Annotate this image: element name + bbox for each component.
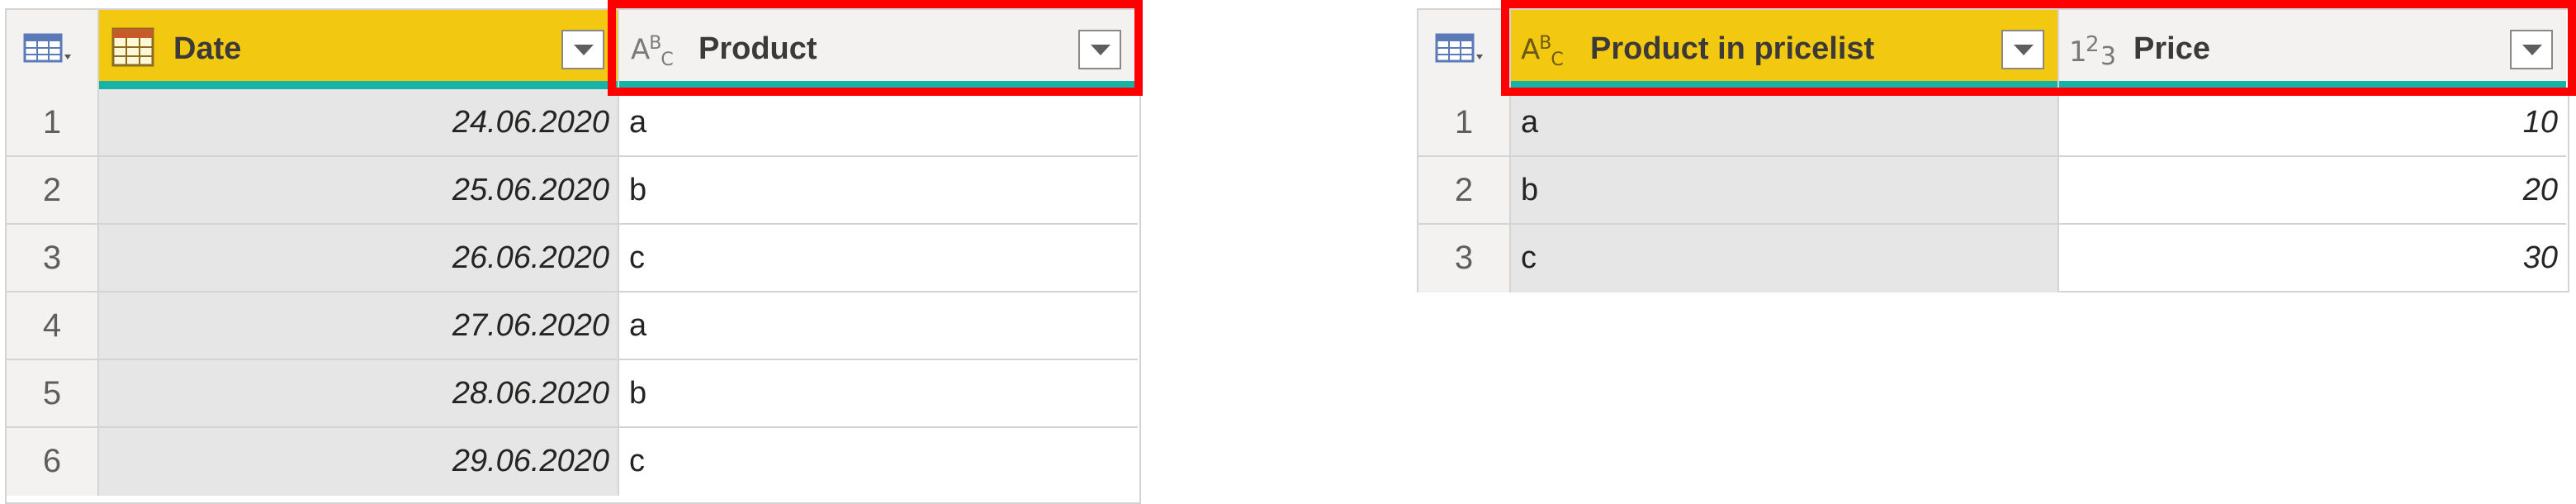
left-header-row: Date ABC Product [7, 10, 1139, 89]
date-cell[interactable]: 25.06.2020 [99, 157, 619, 225]
column-quality-bar [1511, 81, 2057, 89]
table-icon [23, 33, 71, 63]
column-title-product: Product [698, 31, 817, 66]
table-row[interactable]: 6 29.06.2020 c [7, 428, 1139, 496]
price-cell[interactable]: 20 [2059, 157, 2566, 225]
row-index[interactable]: 1 [1418, 89, 1511, 157]
row-index[interactable]: 3 [1418, 225, 1511, 292]
column-title-product-in-pricelist: Product in pricelist [1590, 31, 1875, 66]
row-index[interactable]: 3 [7, 225, 99, 292]
table-row[interactable]: 2 25.06.2020 b [7, 157, 1139, 225]
filter-dropdown-product[interactable] [1078, 30, 1121, 69]
product-in-pricelist-cell[interactable]: b [1511, 157, 2059, 225]
column-quality-bar [2059, 81, 2566, 89]
product-cell[interactable]: a [619, 292, 1138, 360]
column-header-date[interactable]: Date [99, 10, 619, 89]
column-title-date: Date [173, 31, 242, 66]
row-index[interactable]: 5 [7, 360, 99, 428]
product-cell[interactable]: b [619, 157, 1138, 225]
product-cell[interactable]: b [619, 360, 1138, 428]
table-row[interactable]: 2 b 20 [1418, 157, 2568, 225]
row-index[interactable]: 2 [7, 157, 99, 225]
row-index[interactable]: 1 [7, 89, 99, 157]
left-query-grid: Date ABC Product 1 24.06.2020 a 2 25.06.… [5, 8, 1141, 504]
column-header-price[interactable]: 1 2 3 Price [2059, 10, 2566, 89]
number-type-icon: 1 2 3 [2069, 32, 2116, 71]
price-cell[interactable]: 30 [2059, 225, 2566, 292]
column-header-product-in-pricelist[interactable]: ABC Product in pricelist [1511, 10, 2059, 89]
table-row[interactable]: 1 24.06.2020 a [7, 89, 1139, 157]
table-menu-button[interactable] [7, 10, 99, 89]
filter-dropdown-price[interactable] [2510, 30, 2553, 69]
product-in-pricelist-cell[interactable]: c [1511, 225, 2059, 292]
table-menu-button[interactable] [1418, 10, 1511, 89]
svg-text:1: 1 [2069, 36, 2087, 69]
calendar-icon [111, 27, 154, 67]
table-row[interactable]: 3 c 30 [1418, 225, 2568, 292]
table-icon [1435, 33, 1483, 63]
text-type-icon: ABC [1521, 33, 1564, 71]
row-index[interactable]: 6 [7, 428, 99, 496]
table-row[interactable]: 5 28.06.2020 b [7, 360, 1139, 428]
row-index[interactable]: 2 [1418, 157, 1511, 225]
filter-dropdown-product-in-pricelist[interactable] [2001, 30, 2044, 69]
right-header-row: ABC Product in pricelist 1 2 3 Price [1418, 10, 2568, 89]
right-query-grid: ABC Product in pricelist 1 2 3 Price 1 a… [1417, 8, 2569, 292]
svg-text:3: 3 [2100, 42, 2116, 71]
text-type-icon: ABC [631, 33, 674, 71]
column-quality-bar [99, 81, 618, 89]
column-title-price: Price [2133, 31, 2210, 66]
filter-dropdown-date[interactable] [561, 30, 604, 69]
product-cell[interactable]: c [619, 225, 1138, 292]
date-cell[interactable]: 29.06.2020 [99, 428, 619, 496]
date-cell[interactable]: 27.06.2020 [99, 292, 619, 360]
table-row[interactable]: 1 a 10 [1418, 89, 2568, 157]
table-row[interactable]: 4 27.06.2020 a [7, 292, 1139, 360]
table-row[interactable]: 3 26.06.2020 c [7, 225, 1139, 292]
product-cell[interactable]: c [619, 428, 1138, 496]
date-cell[interactable]: 24.06.2020 [99, 89, 619, 157]
price-cell[interactable]: 10 [2059, 89, 2566, 157]
column-header-product[interactable]: ABC Product [619, 10, 1138, 89]
date-cell[interactable]: 28.06.2020 [99, 360, 619, 428]
row-index[interactable]: 4 [7, 292, 99, 360]
date-cell[interactable]: 26.06.2020 [99, 225, 619, 292]
product-cell[interactable]: a [619, 89, 1138, 157]
svg-text:2: 2 [2086, 32, 2100, 57]
product-in-pricelist-cell[interactable]: a [1511, 89, 2059, 157]
column-quality-bar [619, 81, 1138, 89]
